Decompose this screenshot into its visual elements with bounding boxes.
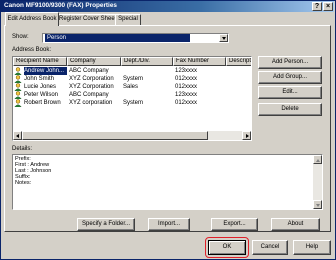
scroll-thumb[interactable] (22, 131, 208, 140)
specify-folder-button[interactable]: Specify a Folder... (77, 218, 135, 231)
add-person-button[interactable]: Add Person... (258, 56, 322, 69)
details-label: Details: (12, 146, 33, 152)
cell-company: XYZ Corporation (69, 76, 114, 82)
cell-fax-number: 012xxxx (175, 100, 198, 106)
person-icon (14, 83, 22, 91)
cell-company: XYZ Corporation (69, 84, 114, 90)
cell-fax-number: 012xxxx (175, 76, 198, 82)
table-row[interactable]: John Smith XYZ Corporation System 012xxx… (13, 75, 251, 83)
cell-recipient-name: John Smith (24, 76, 55, 82)
person-icon (14, 67, 22, 75)
tab-special[interactable]: Special (115, 14, 141, 25)
column-header-company[interactable]: Company (67, 57, 121, 66)
title-bar[interactable]: Canon MF9100/9300 (FAX) Properties ? × (1, 1, 334, 12)
table-row[interactable]: Peter Wilson ABC Company 123xxxx (13, 91, 251, 99)
cell-dept: System (123, 100, 144, 106)
list-horizontal-scrollbar[interactable] (13, 131, 251, 140)
cancel-button[interactable]: Cancel (252, 240, 288, 255)
details-vertical-scrollbar[interactable] (313, 155, 322, 209)
cell-fax-number: 123xxxx (175, 92, 198, 98)
tab-edit-address-book[interactable]: Edit Address Book (5, 12, 59, 26)
chevron-down-icon[interactable] (219, 34, 228, 42)
column-header-fax-number[interactable]: Fax Number (173, 57, 226, 66)
cell-recipient-name: Peter Wilson (24, 92, 59, 98)
show-label: Show: (12, 34, 29, 40)
details-notes: Notes: (15, 180, 32, 186)
cell-fax-number: 123xxxx (175, 68, 198, 74)
table-row[interactable]: Lucie Jones XYZ Corporation Sales 012xxx… (13, 83, 251, 91)
scroll-up-icon[interactable] (313, 155, 322, 164)
cell-company: ABC Company (69, 92, 109, 98)
edit-button[interactable]: Edit... (258, 86, 322, 99)
import-button[interactable]: Import... (148, 218, 190, 231)
about-button[interactable]: About (271, 218, 320, 231)
title-close-button[interactable]: × (323, 2, 333, 11)
cell-recipient-name: Robert Brown (24, 100, 61, 106)
scroll-right-icon[interactable] (242, 131, 251, 140)
cell-dept: System (123, 76, 144, 82)
person-icon (14, 75, 22, 83)
show-select[interactable]: Person (42, 33, 229, 43)
cell-company: ABC Company (69, 68, 109, 74)
cell-recipient-name: Andrew John... (24, 67, 67, 75)
address-book-label: Address Book: (12, 47, 52, 53)
scroll-left-icon[interactable] (13, 131, 22, 140)
tab-register-cover-sheet[interactable]: Register Cover Sheet (58, 14, 116, 25)
column-header-description[interactable]: Descriptio (226, 57, 251, 66)
export-button[interactable]: Export... (211, 218, 258, 231)
table-row[interactable]: Andrew John... ABC Company 123xxxx (13, 67, 251, 75)
person-icon (14, 99, 22, 107)
help-button[interactable]: Help (293, 240, 331, 255)
window-title: Canon MF9100/9300 (FAX) Properties (4, 2, 117, 9)
table-row[interactable]: Robert Brown XYZ corporation System 012x… (13, 99, 251, 107)
add-group-button[interactable]: Add Group... (258, 71, 322, 84)
person-icon (14, 91, 22, 99)
title-help-button[interactable]: ? (312, 2, 322, 11)
cell-dept: Sales (123, 84, 139, 90)
show-selected-value: Person (45, 34, 190, 42)
cell-recipient-name: Lucie Jones (24, 84, 57, 90)
scroll-down-icon[interactable] (313, 200, 322, 209)
details-box[interactable]: Prefix: First : Andrew Last : Johnson Su… (12, 154, 323, 210)
column-header-dept[interactable]: Dept./Div. (121, 57, 173, 66)
ok-highlight-annotation (205, 237, 249, 258)
delete-button[interactable]: Delete (258, 103, 322, 116)
cell-company: XYZ corporation (69, 100, 113, 106)
column-header-recipient-name[interactable]: Recipient Name (13, 57, 67, 66)
address-book-list[interactable]: Recipient Name Company Dept./Div. Fax Nu… (12, 56, 252, 141)
cell-fax-number: 012xxxx (175, 84, 198, 90)
